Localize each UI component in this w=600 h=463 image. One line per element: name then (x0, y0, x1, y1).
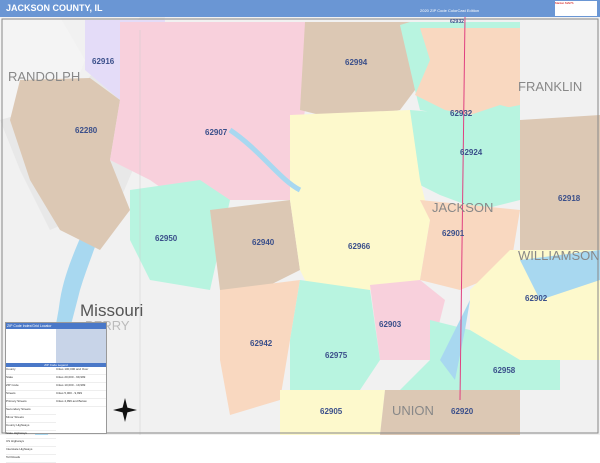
county-label: JACKSON (432, 200, 493, 215)
legend-city-row: Cities 5,000 - 9,999 (56, 391, 106, 399)
legend-row: ZIP Code (6, 383, 56, 391)
legend-row: State Highways (6, 431, 56, 439)
zip-label: 62958 (493, 366, 516, 375)
county-label: RANDOLPH (8, 69, 80, 84)
edition-label: 2020 ZIP Code ColorCast Edition (420, 8, 480, 13)
zip-label: 62918 (558, 194, 581, 203)
map-title: JACKSON COUNTY, IL (6, 3, 103, 13)
map-legend: ZIP Code Index/Grid Locator ZIP Code Leg… (5, 322, 107, 463)
legend-row: Secondary Streets (6, 407, 56, 415)
legend-row: County Highways (6, 423, 56, 431)
zip-label: 62903 (379, 320, 402, 329)
legend-row: State (6, 375, 56, 383)
legend-city-row: Cities 100,000 and Over (56, 367, 106, 375)
zip-label: 62966 (348, 242, 371, 251)
zip-label: 62902 (525, 294, 548, 303)
zip-label: 62975 (325, 351, 348, 360)
zip-label: 62950 (155, 234, 178, 243)
zip-label: 62905 (320, 407, 343, 416)
zip-area-62975 (290, 280, 380, 390)
legend-row: Interstate Highways (6, 447, 56, 455)
zip-label: 62924 (460, 148, 483, 157)
zip-area-62918 (520, 115, 600, 250)
zip-area-62966 (290, 110, 430, 290)
zip-label: 62907 (205, 128, 228, 137)
county-label: FRANKLIN (518, 79, 582, 94)
legend-row: County (6, 367, 56, 375)
zip-index-table (6, 329, 106, 363)
zip-label: 62916 (92, 57, 115, 66)
publisher-logo: Market MAPS (555, 1, 597, 16)
legend-city-row: Cities 20,000 - 99,999 (56, 375, 106, 383)
legend-city-row: Cities 10,000 - 19,999 (56, 383, 106, 391)
zip-area-62994 (300, 22, 420, 120)
zip-label: 62940 (252, 238, 275, 247)
legend-row: Toll Roads (6, 455, 56, 463)
zip-area-62932 (415, 28, 520, 115)
county-label: WILLIAMSON (518, 248, 600, 263)
zip-label: 62994 (345, 58, 368, 67)
zip-label: 62901 (442, 229, 465, 238)
legend-row: Primary Streets (6, 399, 56, 407)
county-label: UNION (392, 403, 434, 418)
legend-row: Streets (6, 391, 56, 399)
legend-city-row: Cities 4,999 and Below (56, 399, 106, 407)
title-bar: JACKSON COUNTY, IL 2020 ZIP Code ColorCa… (0, 0, 600, 17)
zip-label: 62942 (250, 339, 273, 348)
zip-label: 62932 (450, 109, 473, 118)
legend-row: Minor Streets (6, 415, 56, 423)
legend-row: US Highways (6, 439, 56, 447)
zip-label: 62280 (75, 126, 98, 135)
zip-label: 62932 (450, 19, 464, 25)
zip-label: 62920 (451, 407, 474, 416)
